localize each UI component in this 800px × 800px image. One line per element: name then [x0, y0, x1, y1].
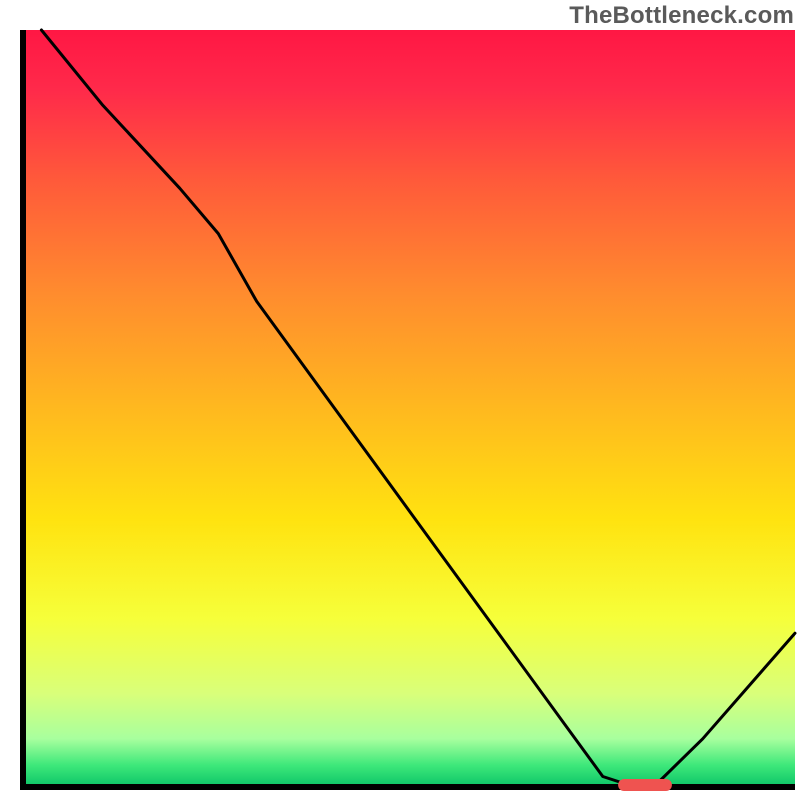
x-axis [20, 784, 795, 790]
plot-background [26, 30, 795, 784]
optimal-marker [618, 779, 672, 791]
y-axis [20, 30, 26, 790]
chart-frame: TheBottleneck.com [0, 0, 800, 800]
bottleneck-plot [0, 0, 800, 800]
